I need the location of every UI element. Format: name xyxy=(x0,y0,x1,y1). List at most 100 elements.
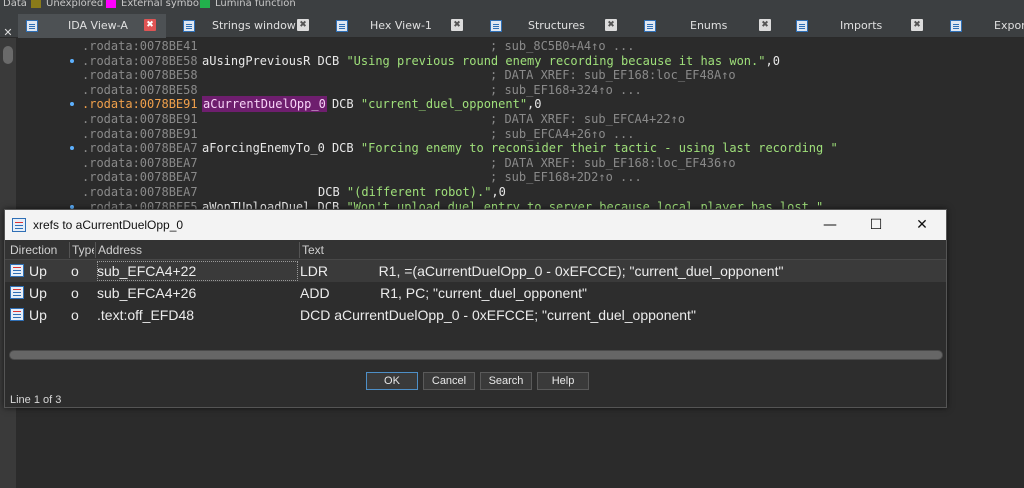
disasm-line[interactable]: .rodata:0078BE58 ; sub_EF168+324↑o ... xyxy=(16,82,1024,98)
tab-strings-window[interactable]: Strings window ✖ xyxy=(176,14,316,38)
label-name[interactable]: aUsingPreviousR xyxy=(202,53,310,69)
column-direction[interactable]: Direction xyxy=(10,243,57,257)
ok-button[interactable]: OK xyxy=(366,372,418,390)
disasm-line[interactable]: .rodata:0078BE58 aUsingPreviousR DCB "Usin… xyxy=(16,53,1024,69)
terminator: ,0 xyxy=(527,97,542,112)
mnemonic: DCB xyxy=(317,53,340,68)
column-text[interactable]: Text xyxy=(302,243,324,257)
segment-address: .rodata:0078BEA7 xyxy=(82,155,198,170)
status-line: Line 1 of 3 xyxy=(10,394,62,406)
segment-address: .rodata:0078BE91 xyxy=(82,97,198,112)
disasm-line[interactable]: .rodata:0078BE91 aCurrentDuelOpp_0 DCB "cu… xyxy=(16,96,1024,113)
xref-row[interactable]: Up o .text:off_EFD48 DCD aCurrentDuelOpp… xyxy=(5,304,946,326)
tab-hex-view-1[interactable]: Hex View-1 ✖ xyxy=(330,14,470,38)
gutter-scroll-thumb[interactable] xyxy=(3,46,13,64)
tab-structures[interactable]: Structures ✖ xyxy=(484,14,624,38)
tab-ida-view-a[interactable]: IDA View-A ✖ xyxy=(18,14,166,38)
tab-bar: ✕ IDA View-A ✖ Strings window ✖ Hex View… xyxy=(0,10,1024,39)
xref-row[interactable]: Up o sub_EFCA4+22 LDR R1, =(aCurrentDuel… xyxy=(5,260,946,282)
column-address[interactable]: Address xyxy=(98,243,142,257)
instruction: DCB "(different robot).",0 xyxy=(318,184,506,200)
strings-icon xyxy=(183,20,195,32)
legend-item-lumina-function: Lumina function xyxy=(200,0,296,10)
xref-icon xyxy=(10,308,24,321)
mnemonic: DCB xyxy=(318,185,340,199)
disasm-line[interactable]: .rodata:0078BEA7 DCB "(different robot)."… xyxy=(16,184,1024,200)
tab-label: Enums xyxy=(690,19,728,32)
maximize-button[interactable]: ☐ xyxy=(853,210,899,240)
xref-icon xyxy=(10,286,24,299)
tab-label: IDA View-A xyxy=(68,19,128,32)
xref-comment: ; sub_EFCA4+26↑o ... xyxy=(490,126,635,141)
tab-exports[interactable]: Exports xyxy=(944,14,1024,38)
column-separator[interactable] xyxy=(95,242,96,258)
xref-address: .text:off_EFD48 xyxy=(97,307,195,323)
cancel-button[interactable]: Cancel xyxy=(423,372,475,390)
xrefs-dialog: xrefs to aCurrentDuelOpp_0 — ☐ ✕ Directi… xyxy=(4,209,947,408)
disasm-line[interactable]: .rodata:0078BE58 ; DATA XREF: sub_EF168:l… xyxy=(16,67,1024,83)
segment-address: .rodata:0078BE91 xyxy=(82,126,198,141)
terminator: ,0 xyxy=(491,185,506,199)
tab-close-icon[interactable]: ✖ xyxy=(451,19,463,31)
line-marker-icon xyxy=(70,58,74,63)
disasm-line[interactable]: .rodata:0078BEA7 ; sub_EF168+2D2↑o ... xyxy=(16,169,1024,185)
disasm-line[interactable]: .rodata:0078BEA7 aForcingEnemyTo_0 DCB "Fo… xyxy=(16,140,1024,156)
label-text: aForcingEnemyTo_0 xyxy=(202,141,325,156)
xref-text: ADD R1, PC; "current_duel_opponent" xyxy=(300,285,587,301)
segment-address: .rodata:0078BE91 xyxy=(82,112,198,126)
xrefs-table-header: Direction Type Address Text xyxy=(5,240,946,260)
mnemonic: DCB xyxy=(331,141,354,156)
disasm-line[interactable]: .rodata:0078BE41 ; sub_8C5B0+A4↑o ... xyxy=(16,38,1024,54)
tab-close-icon[interactable]: ✖ xyxy=(759,19,771,31)
close-button[interactable]: ✕ xyxy=(899,210,945,240)
help-button[interactable]: Help xyxy=(537,372,589,390)
label-text: aUsingPreviousR xyxy=(202,53,311,68)
label-name[interactable]: aCurrentDuelOpp_0 xyxy=(202,96,327,113)
tab-enums[interactable]: Enums ✖ xyxy=(638,14,778,38)
xref-comment: ; DATA XREF: sub_EF168:loc_EF48A↑o xyxy=(490,68,736,83)
search-button[interactable]: Search xyxy=(480,372,532,390)
imports-icon xyxy=(796,20,808,32)
column-separator[interactable] xyxy=(69,242,70,258)
xref-address: sub_EFCA4+22 xyxy=(97,263,197,279)
disasm-line[interactable]: .rodata:0078BEA7 ; DATA XREF: sub_EF168:l… xyxy=(16,155,1024,171)
tab-imports[interactable]: Imports ✖ xyxy=(790,14,930,38)
listing-icon xyxy=(26,20,38,32)
xref-comment: ; sub_EF168+324↑o ... xyxy=(490,82,642,97)
string-literal: "(different robot)." xyxy=(346,185,492,199)
xref-row[interactable]: Up o sub_EFCA4+26 ADD R1, PC; "current_d… xyxy=(5,282,946,304)
column-separator[interactable] xyxy=(299,242,300,258)
minimize-button[interactable]: — xyxy=(807,210,853,240)
legend-swatch xyxy=(200,0,210,8)
tab-close-icon[interactable]: ✖ xyxy=(144,19,156,31)
column-type[interactable]: Type xyxy=(72,243,94,257)
label-name[interactable]: aForcingEnemyTo_0 xyxy=(202,140,325,156)
dialog-titlebar[interactable]: xrefs to aCurrentDuelOpp_0 — ☐ ✕ xyxy=(5,210,946,240)
xref-icon xyxy=(10,264,24,277)
scrollbar-thumb[interactable] xyxy=(10,351,942,359)
dialog-title: xrefs to aCurrentDuelOpp_0 xyxy=(33,218,184,232)
string-literal: "current_duel_opponent" xyxy=(360,97,528,112)
instruction: DCB "Using previous round enemy recordin… xyxy=(318,53,780,69)
tab-close-icon[interactable]: ✖ xyxy=(297,19,309,31)
instruction: DCB "current_duel_opponent",0 xyxy=(332,96,542,112)
legend-item-data: Data xyxy=(3,0,27,10)
legend-label: Unexplored xyxy=(46,0,104,9)
disasm-line[interactable]: .rodata:0078BE91 ; sub_EFCA4+26↑o ... xyxy=(16,126,1024,142)
legend-swatch xyxy=(31,0,41,8)
legend-label: Data xyxy=(3,0,27,9)
segment-address: .rodata:0078BE41 xyxy=(82,39,198,53)
disasm-line[interactable]: .rodata:0078BE91 ; DATA XREF: sub_EFCA4+2… xyxy=(16,111,1024,127)
legend-label: Lumina function xyxy=(215,0,296,9)
tab-close-icon[interactable]: ✖ xyxy=(911,19,923,31)
xref-direction: Up xyxy=(29,285,47,301)
segment-address: .rodata:0078BE58 xyxy=(82,53,198,68)
horizontal-scrollbar[interactable] xyxy=(9,350,943,360)
xref-type: o xyxy=(71,285,79,301)
label-text: aCurrentDuelOpp_0 xyxy=(203,97,326,112)
legend-bar: Data Unexplored External symbol Lumina f… xyxy=(0,0,1024,10)
segment-address: .rodata:0078BEA7 xyxy=(82,141,198,156)
tab-close-icon[interactable]: ✖ xyxy=(605,19,617,31)
tab-label: Structures xyxy=(528,19,585,32)
structures-icon xyxy=(490,20,502,32)
